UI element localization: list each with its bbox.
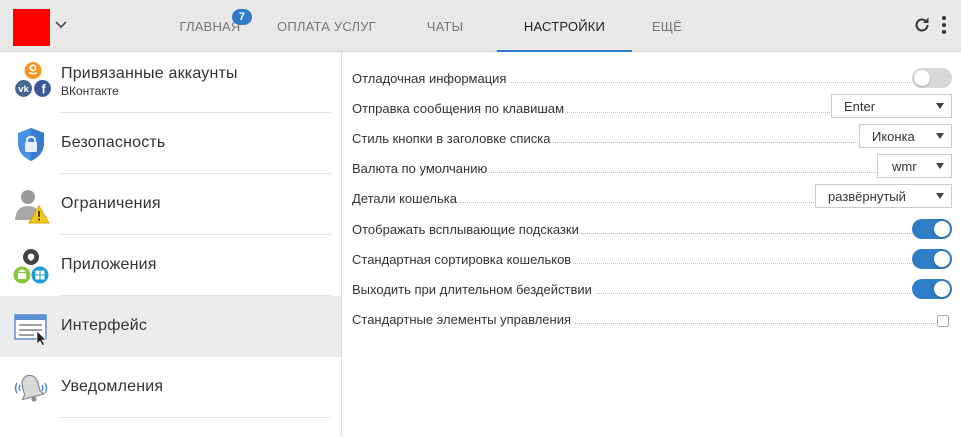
wallet-details-select[interactable]: развёрнутый bbox=[815, 184, 952, 208]
interface-window-icon bbox=[14, 314, 47, 346]
setting-label: Стиль кнопки в заголовке списка bbox=[352, 131, 553, 146]
top-bar: ГЛАВНАЯ 7 ОПЛАТА УСЛУГ ЧАТЫ НАСТРОЙКИ ЕЩ… bbox=[0, 0, 961, 52]
user-warning-icon bbox=[15, 190, 50, 224]
sidebar-item-label: Интерфейс bbox=[61, 317, 148, 334]
select-value: Иконка bbox=[872, 128, 915, 144]
dropdown-caret-icon bbox=[936, 193, 944, 199]
brand-logo[interactable] bbox=[13, 9, 50, 46]
tab-settings-label: НАСТРОЙКИ bbox=[523, 18, 606, 34]
select-value: развёрнутый bbox=[828, 188, 906, 204]
svg-text:vk: vk bbox=[18, 84, 29, 95]
select-value: wmr bbox=[892, 158, 917, 174]
setting-label: Отображать всплывающие подсказки bbox=[352, 222, 581, 237]
sidebar-item-label: Привязанные аккаунты bbox=[61, 65, 238, 82]
settings-sidebar: vk f Привязанные аккаунты ВКонтакте Безо… bbox=[0, 52, 342, 437]
setting-row-debug: Отладочная информация bbox=[352, 61, 952, 91]
refresh-icon[interactable] bbox=[912, 15, 932, 35]
sidebar-item-linked-accounts[interactable]: vk f Привязанные аккаунты ВКонтакте bbox=[0, 52, 341, 113]
tab-settings[interactable]: НАСТРОЙКИ bbox=[497, 0, 632, 52]
setting-row-currency: Валюта по умолчанию wmr bbox=[352, 151, 952, 181]
dropdown-caret-icon bbox=[936, 133, 944, 139]
bell-icon bbox=[14, 374, 48, 402]
setting-row-std-controls: Стандартные элементы управления bbox=[352, 302, 949, 332]
dropdown-caret-icon bbox=[936, 103, 944, 109]
tab-chats[interactable]: ЧАТЫ bbox=[393, 0, 497, 52]
tab-main[interactable]: ГЛАВНАЯ 7 bbox=[160, 0, 260, 52]
divider bbox=[60, 417, 331, 418]
tab-payments-label: ОПЛАТА УСЛУГ bbox=[277, 18, 376, 34]
linked-accounts-icon: vk f bbox=[15, 62, 51, 97]
setting-label: Детали кошелька bbox=[352, 191, 459, 206]
setting-label: Стандартные элементы управления bbox=[352, 312, 574, 327]
setting-row-button-style: Стиль кнопки в заголовке списка Иконка bbox=[352, 121, 952, 151]
setting-label: Отправка сообщения по клавишам bbox=[352, 101, 567, 116]
toggle-knob bbox=[934, 281, 950, 297]
currency-select[interactable]: wmr bbox=[877, 154, 952, 178]
tab-payments[interactable]: ОПЛАТА УСЛУГ bbox=[260, 0, 393, 52]
debug-toggle[interactable] bbox=[912, 68, 952, 88]
idle-logout-toggle[interactable] bbox=[912, 279, 952, 299]
setting-label: Отладочная информация bbox=[352, 71, 509, 86]
select-value: Enter bbox=[844, 98, 876, 114]
tab-more-label: ЕЩЁ bbox=[651, 18, 683, 34]
tooltips-toggle[interactable] bbox=[912, 219, 952, 239]
main-nav-tabs: ГЛАВНАЯ 7 ОПЛАТА УСЛУГ ЧАТЫ НАСТРОЙКИ ЕЩ… bbox=[160, 0, 702, 52]
sidebar-item-applications[interactable]: Приложения bbox=[0, 235, 341, 296]
settings-panel: Отладочная информация Отправка сообщения… bbox=[342, 52, 961, 437]
sidebar-item-label: Приложения bbox=[61, 256, 157, 273]
tab-more[interactable]: ЕЩЁ bbox=[632, 0, 702, 52]
sidebar-item-interface[interactable]: Интерфейс bbox=[0, 296, 341, 357]
send-key-select[interactable]: Enter bbox=[831, 94, 952, 118]
dropdown-caret-icon bbox=[936, 163, 944, 169]
sidebar-item-label: Безопасность bbox=[61, 134, 166, 151]
setting-label: Валюта по умолчанию bbox=[352, 161, 490, 176]
setting-row-wallet-sort: Стандартная сортировка кошельков bbox=[352, 242, 952, 272]
more-vertical-icon[interactable] bbox=[940, 15, 948, 35]
apps-platforms-icon bbox=[13, 249, 49, 284]
chevron-down-icon[interactable] bbox=[54, 18, 68, 32]
shield-lock-icon bbox=[18, 128, 44, 161]
toggle-knob bbox=[934, 221, 950, 237]
toggle-knob bbox=[914, 70, 930, 86]
sidebar-item-sublabel: ВКонтакте bbox=[61, 84, 119, 98]
setting-row-idle-logout: Выходить при длительном бездействии bbox=[352, 272, 952, 302]
setting-row-send-key: Отправка сообщения по клавишам Enter bbox=[352, 91, 952, 121]
sidebar-item-notifications[interactable]: Уведомления bbox=[0, 357, 341, 418]
sidebar-item-restrictions[interactable]: Ограничения bbox=[0, 174, 341, 235]
sidebar-item-label: Уведомления bbox=[61, 378, 164, 395]
tab-chats-label: ЧАТЫ bbox=[426, 18, 464, 34]
sidebar-item-label: Ограничения bbox=[61, 195, 161, 212]
notification-badge: 7 bbox=[232, 9, 252, 25]
setting-row-tooltips: Отображать всплывающие подсказки bbox=[352, 212, 952, 242]
button-style-select[interactable]: Иконка bbox=[859, 124, 952, 148]
std-controls-checkbox[interactable] bbox=[937, 315, 949, 327]
sidebar-item-security[interactable]: Безопасность bbox=[0, 113, 341, 174]
setting-row-wallet-details: Детали кошелька развёрнутый bbox=[352, 181, 952, 211]
wallet-sort-toggle[interactable] bbox=[912, 249, 952, 269]
toggle-knob bbox=[934, 251, 950, 267]
setting-label: Выходить при длительном бездействии bbox=[352, 282, 594, 297]
setting-label: Стандартная сортировка кошельков bbox=[352, 252, 574, 267]
tab-main-label: ГЛАВНАЯ bbox=[179, 18, 241, 34]
